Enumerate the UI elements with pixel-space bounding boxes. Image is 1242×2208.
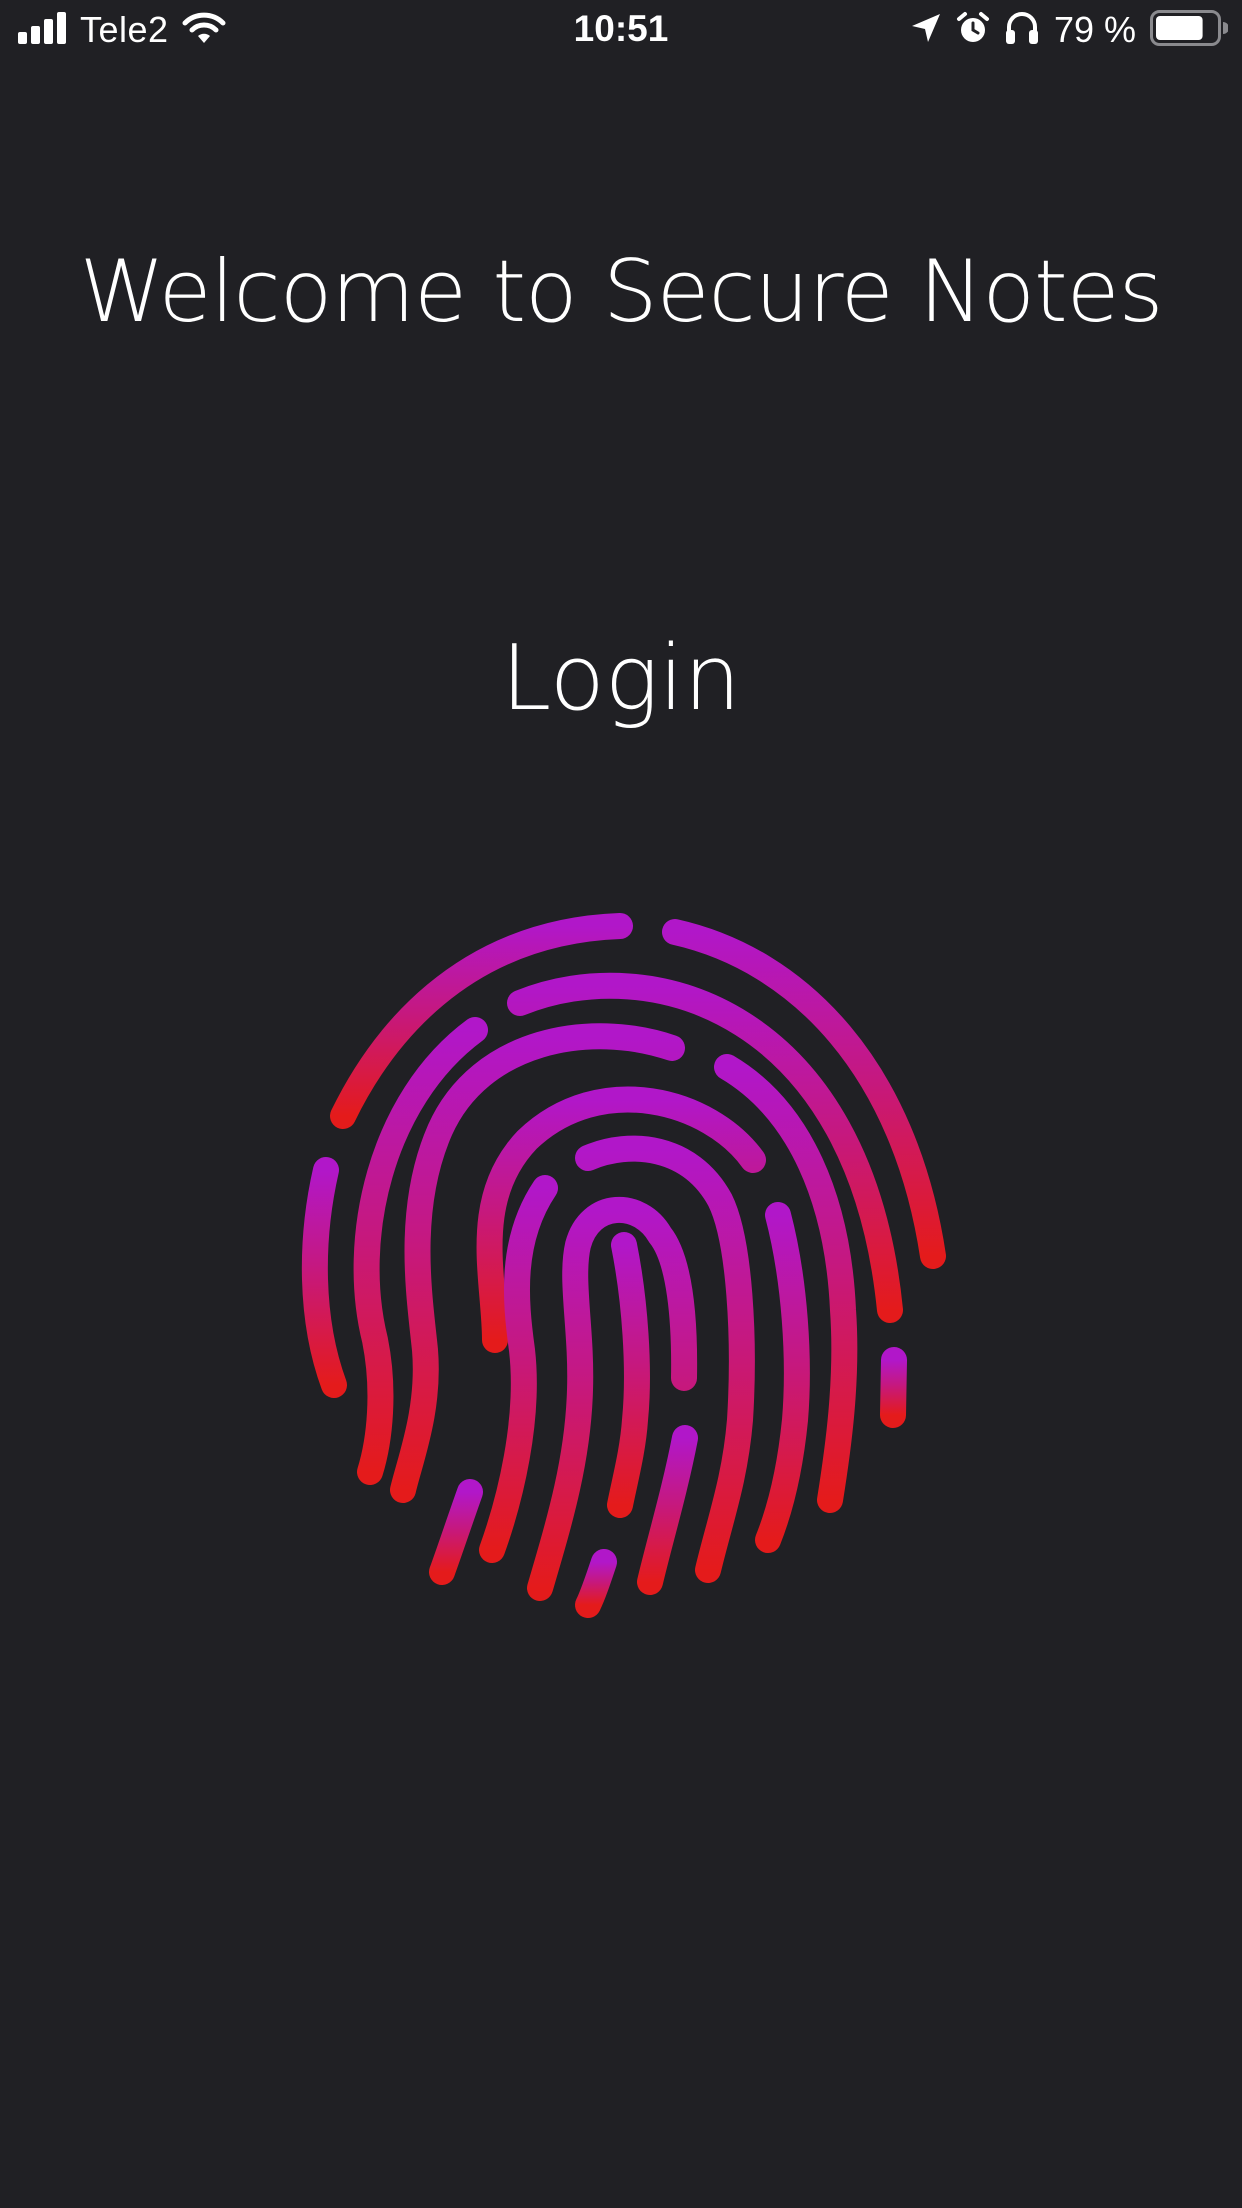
location-arrow-icon [910,12,942,49]
alarm-icon [956,11,990,50]
status-bar: Tele2 10:51 79 % [0,0,1242,60]
battery-percent: 79 % [1053,9,1136,50]
battery-icon [1150,9,1229,51]
welcome-title: Welcome to Secure Notes [79,242,1164,342]
login-label[interactable]: Login [0,626,1242,731]
status-bar-right: 79 % [910,9,1229,51]
fingerprint-icon[interactable] [290,900,970,1630]
headphones-icon [1004,11,1040,50]
